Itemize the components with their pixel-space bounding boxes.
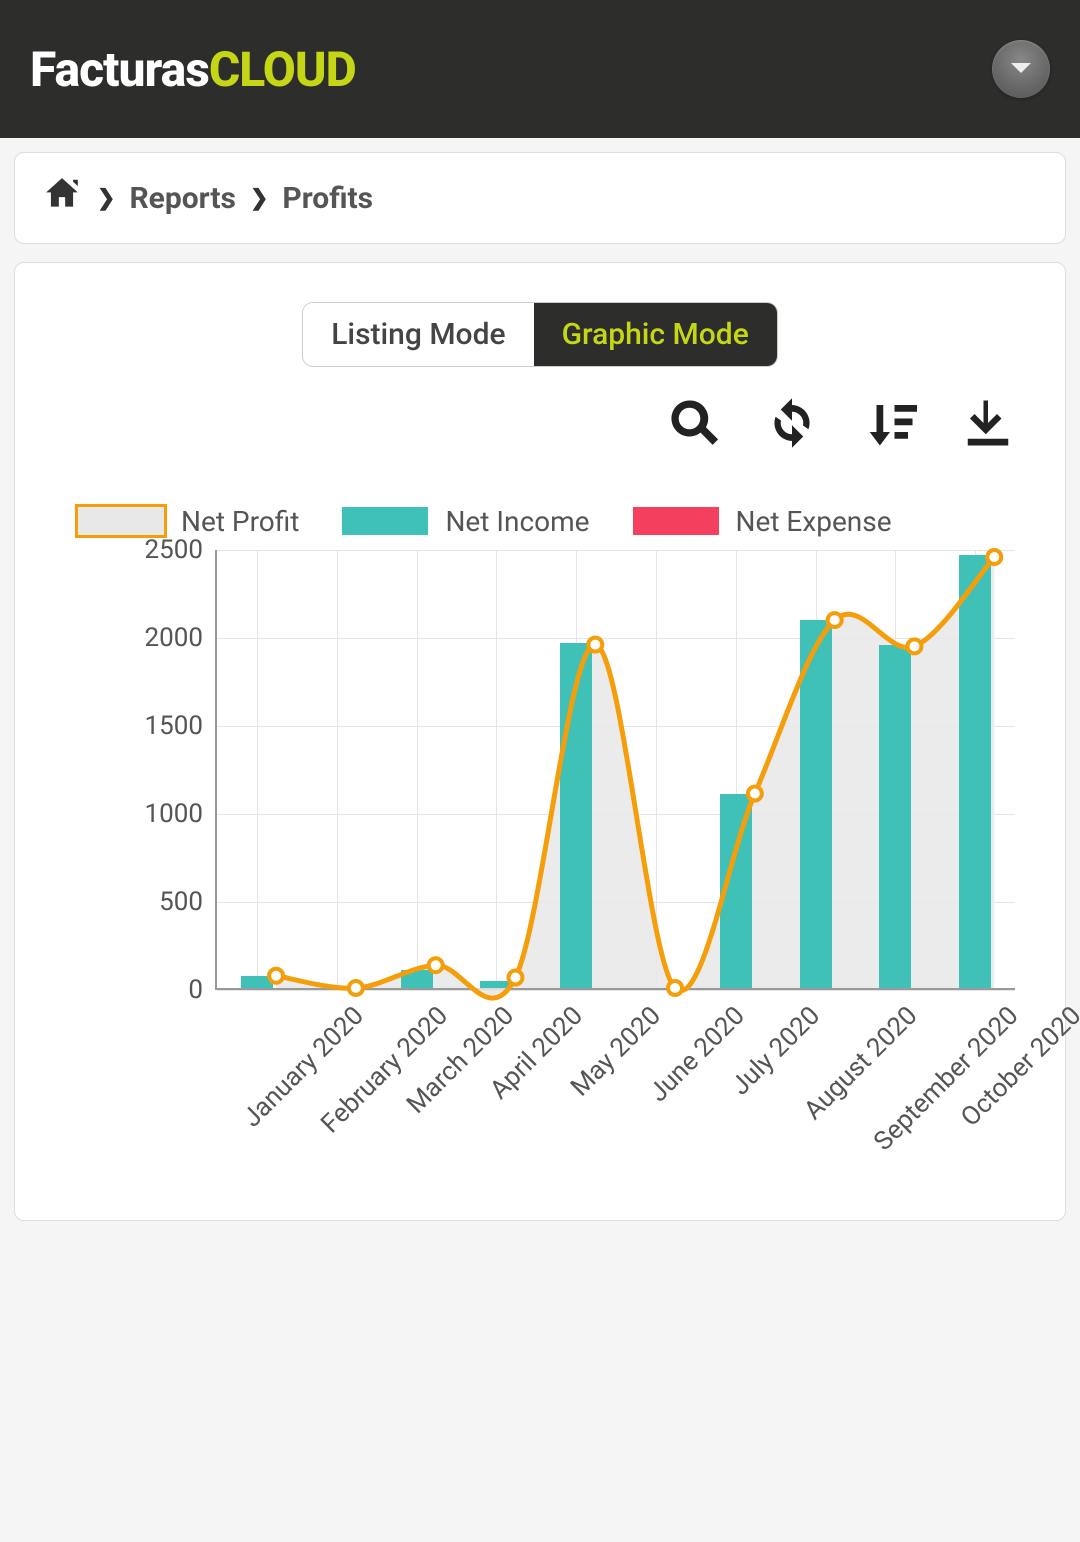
legend-label-expense: Net Expense (736, 505, 892, 538)
search-button[interactable] (667, 396, 721, 454)
graphic-mode-button[interactable]: Graphic Mode (534, 303, 777, 366)
chevron-right-icon: ❯ (250, 186, 268, 211)
y-axis-tick: 2000 (145, 623, 217, 653)
profit-marker[interactable] (588, 638, 602, 652)
listing-mode-button[interactable]: Listing Mode (303, 303, 533, 366)
refresh-button[interactable] (765, 396, 819, 454)
legend-label-income: Net Income (445, 505, 589, 538)
legend-swatch-profit (75, 504, 167, 538)
legend-item-income[interactable]: Net Income (339, 504, 589, 538)
y-axis-tick: 1500 (145, 711, 217, 741)
download-icon (961, 396, 1015, 450)
breadcrumb-profits: Profits (282, 181, 373, 216)
profit-marker[interactable] (828, 613, 842, 627)
profit-marker[interactable] (987, 550, 1001, 564)
legend-item-profit[interactable]: Net Profit (75, 504, 299, 538)
app-logo: FacturasCLOUD (30, 41, 356, 98)
refresh-icon (765, 396, 819, 450)
user-menu-button[interactable] (992, 40, 1050, 98)
legend-label-profit: Net Profit (181, 505, 299, 538)
y-axis-tick: 2500 (145, 535, 217, 565)
chart-actions (35, 396, 1045, 454)
y-axis-tick: 500 (159, 887, 217, 917)
chevron-down-icon (1011, 63, 1031, 75)
profit-marker[interactable] (907, 639, 921, 653)
breadcrumb: ❯ Reports ❯ Profits (14, 152, 1066, 244)
app-header: FacturasCLOUD (0, 0, 1080, 138)
chart-card: Listing Mode Graphic Mode Net Profit (14, 262, 1066, 1221)
search-icon (667, 396, 721, 450)
logo-text-2: CLOUD (209, 41, 356, 98)
profit-marker[interactable] (748, 787, 762, 801)
profit-marker[interactable] (668, 981, 682, 995)
y-axis-tick: 1000 (145, 799, 217, 829)
mode-toggle: Listing Mode Graphic Mode (35, 303, 1045, 366)
profit-marker[interactable] (349, 981, 363, 995)
download-button[interactable] (961, 396, 1015, 454)
legend-item-expense[interactable]: Net Expense (630, 504, 892, 538)
profit-marker[interactable] (269, 969, 283, 983)
chart-legend: Net Profit Net Income Net Expense (35, 504, 1045, 538)
logo-text-1: Facturas (30, 41, 209, 98)
sort-icon (863, 396, 917, 450)
breadcrumb-reports[interactable]: Reports (129, 181, 236, 216)
profit-marker[interactable] (508, 971, 522, 985)
y-axis-tick: 0 (188, 975, 217, 1005)
sort-button[interactable] (863, 396, 917, 454)
chevron-right-icon: ❯ (97, 186, 115, 211)
chart-area: 05001000150020002500January 2020February… (35, 550, 1045, 1190)
home-icon[interactable] (41, 175, 83, 221)
legend-swatch-income (339, 504, 431, 538)
legend-swatch-expense (630, 504, 722, 538)
plot-area: 05001000150020002500January 2020February… (215, 550, 1015, 990)
profit-marker[interactable] (429, 958, 443, 972)
